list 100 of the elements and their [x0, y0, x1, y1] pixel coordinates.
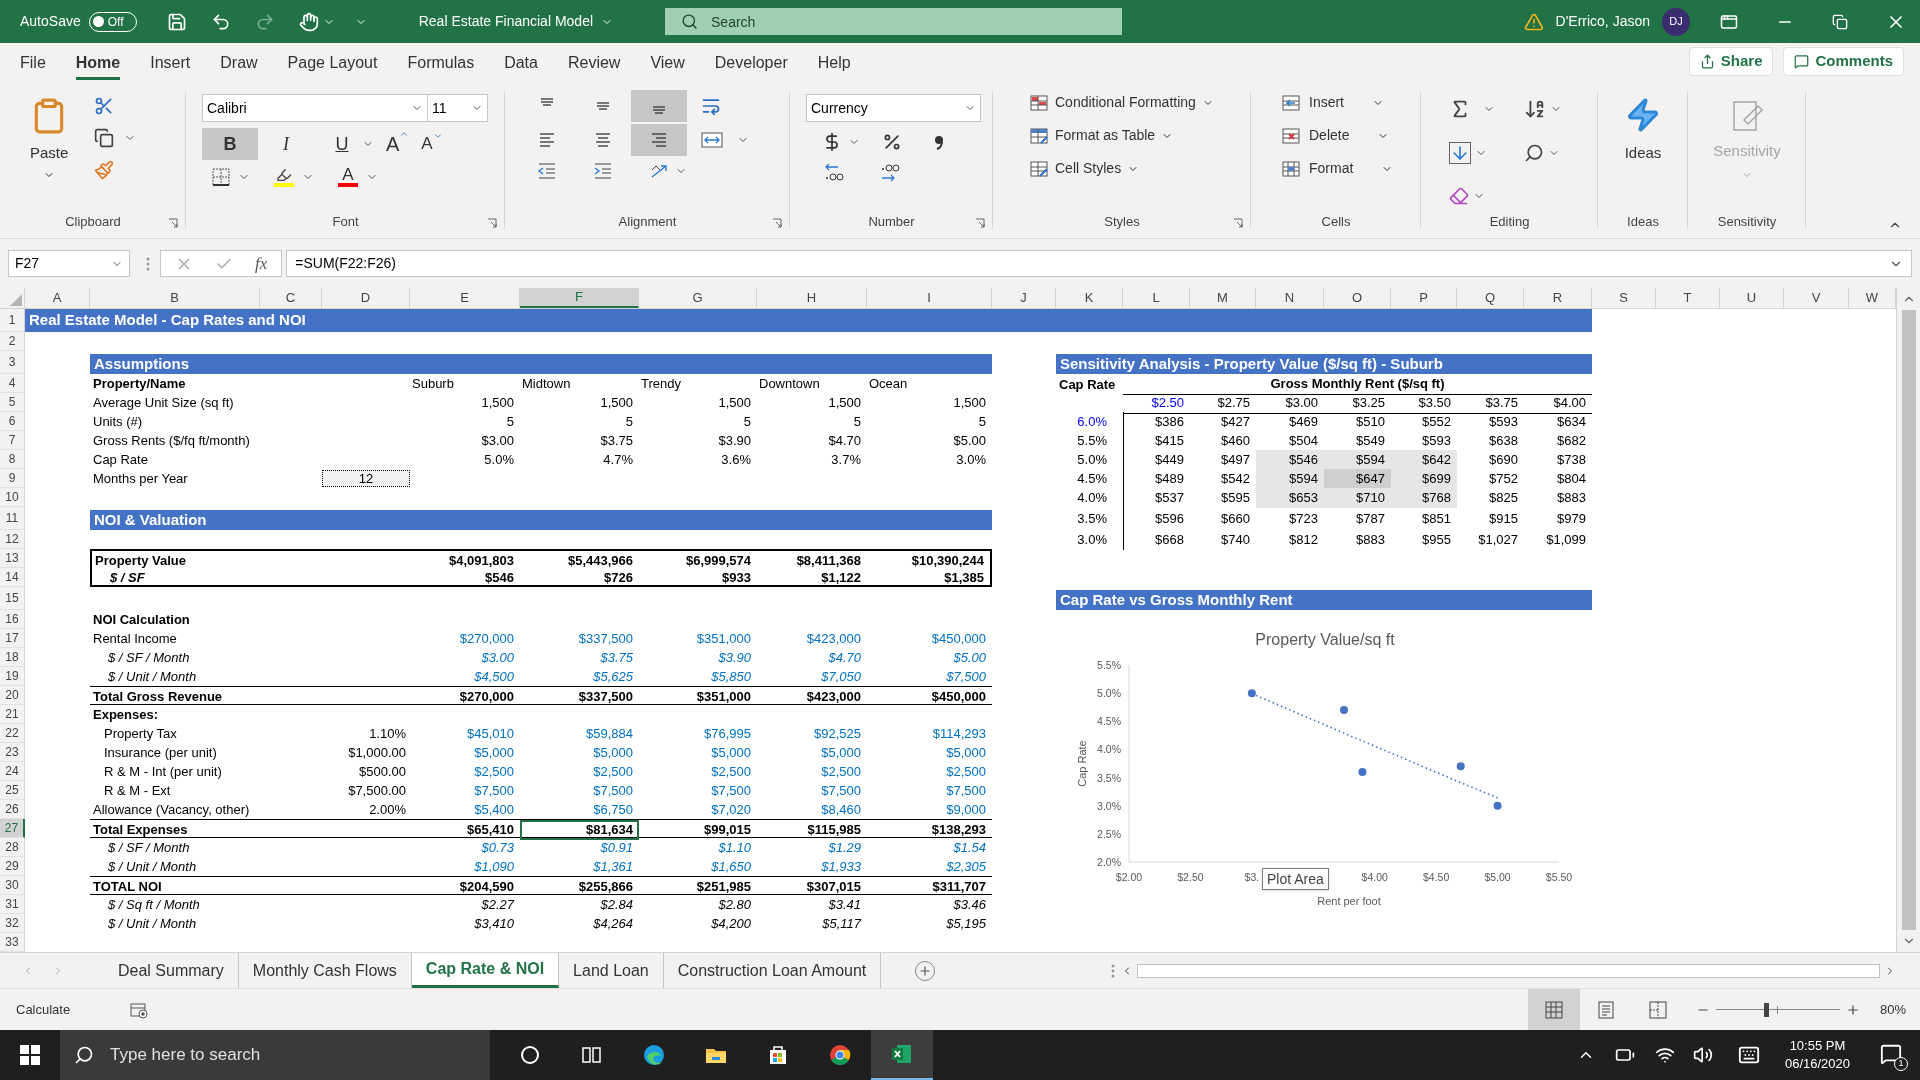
paintbrush-icon[interactable] [94, 160, 115, 180]
row-header[interactable]: 2 [0, 332, 25, 351]
merge-icon[interactable] [701, 130, 723, 150]
column-header[interactable]: S [1592, 288, 1656, 308]
row-header[interactable]: 7 [0, 431, 25, 450]
column-header[interactable]: O [1324, 288, 1391, 308]
ribbon-tab[interactable]: Formulas [407, 48, 475, 80]
windows-logo-icon[interactable] [20, 1045, 40, 1065]
column-header[interactable]: C [260, 288, 322, 308]
ideas-button[interactable]: Ideas [1598, 86, 1688, 210]
font-style-button[interactable]: I [258, 128, 314, 160]
column-header[interactable]: H [757, 288, 867, 308]
column-header[interactable]: I [867, 288, 992, 308]
column-header[interactable]: G [639, 288, 757, 308]
row-header[interactable]: 10 [0, 488, 25, 507]
column-header[interactable]: D [322, 288, 410, 308]
input-cell[interactable]: 12 [322, 470, 410, 488]
row-header[interactable]: 15 [0, 587, 25, 610]
styles-button[interactable]: Format as Table [1029, 125, 1214, 146]
column-header[interactable]: U [1720, 288, 1784, 308]
row-header[interactable]: 32 [0, 914, 25, 933]
cells-button[interactable]: Format [1281, 158, 1394, 179]
font-name-field[interactable]: Calibri [202, 94, 428, 122]
document-title[interactable]: Real Estate Financial Model [418, 11, 614, 32]
dialog-launcher-icon[interactable] [1233, 218, 1243, 228]
row-header[interactable]: 27 [0, 819, 25, 838]
row-header[interactable]: 12 [0, 530, 25, 549]
indent-decrease-icon[interactable] [537, 162, 557, 180]
column-header[interactable]: J [992, 288, 1056, 308]
share-button[interactable]: Share [1688, 47, 1774, 76]
row-header[interactable]: 29 [0, 857, 25, 876]
row-header[interactable]: 3 [0, 351, 25, 374]
zoom-in-icon[interactable] [1845, 1002, 1860, 1017]
column-header[interactable]: R [1524, 288, 1592, 308]
row-header[interactable]: 11 [0, 507, 25, 530]
indent-increase-icon[interactable] [593, 162, 613, 180]
ribbon-tab[interactable]: File [20, 48, 46, 80]
styles-button[interactable]: Cell Styles [1029, 158, 1214, 179]
align-button[interactable] [631, 90, 687, 122]
align-icon[interactable] [593, 130, 613, 150]
ribbon-tab[interactable]: View [650, 48, 685, 80]
column-header[interactable]: V [1784, 288, 1849, 308]
font-style-button[interactable]: B [202, 128, 258, 160]
styles-button[interactable]: Conditional Formatting [1029, 92, 1214, 113]
row-header[interactable]: 20 [0, 686, 25, 705]
dialog-launcher-icon[interactable] [772, 218, 782, 228]
row-header[interactable]: 21 [0, 705, 25, 724]
align-icon[interactable] [649, 130, 669, 150]
ribbon-display-icon[interactable] [1720, 12, 1738, 31]
dialog-launcher-icon[interactable] [168, 218, 178, 228]
column-header[interactable]: M [1190, 288, 1256, 308]
row-header[interactable]: 5 [0, 393, 25, 412]
row-header[interactable]: 22 [0, 724, 25, 743]
dialog-launcher-icon[interactable] [975, 218, 985, 228]
row-header[interactable]: 30 [0, 876, 25, 895]
comments-button[interactable]: Comments [1783, 47, 1904, 76]
font-size-field[interactable]: 11 [428, 94, 488, 122]
paste-button[interactable]: Paste [30, 94, 69, 210]
highlighter-icon[interactable] [275, 166, 293, 183]
ribbon-tab[interactable]: Data [504, 48, 538, 80]
name-box[interactable]: F27 [8, 250, 130, 277]
font-color-button[interactable]: A [338, 166, 358, 187]
cells-button[interactable]: Insert [1281, 92, 1394, 113]
dialog-launcher-icon[interactable] [487, 218, 497, 228]
column-header[interactable]: T [1656, 288, 1720, 308]
row-header[interactable]: 23 [0, 743, 25, 762]
row-header[interactable]: 6 [0, 412, 25, 431]
cells-button[interactable]: Delete [1281, 125, 1394, 146]
sheet-tab[interactable]: Cap Rate & NOI [411, 953, 560, 988]
row-header[interactable]: 13 [0, 549, 25, 568]
row-header[interactable]: 14 [0, 568, 25, 587]
shrink-font-button[interactable]: A [421, 131, 443, 157]
notifications-icon[interactable] [1880, 1043, 1902, 1065]
taskbar-search-field[interactable]: Type here to search [60, 1030, 490, 1080]
zoom-slider[interactable] [1715, 1002, 1840, 1017]
search-icon[interactable] [1523, 143, 1544, 163]
column-header[interactable]: N [1256, 288, 1324, 308]
ribbon-tab[interactable]: Review [567, 48, 621, 80]
grow-font-button[interactable]: A [386, 129, 410, 159]
volume-icon[interactable] [1692, 1045, 1713, 1065]
row-header[interactable]: 28 [0, 838, 25, 857]
row-header[interactable]: 8 [0, 450, 25, 469]
row-header[interactable]: 17 [0, 629, 25, 648]
row-header[interactable]: 19 [0, 667, 25, 686]
fill-down-icon[interactable] [1449, 142, 1471, 164]
column-header[interactable]: P [1391, 288, 1457, 308]
formula-field[interactable]: =SUM(F22:F26) [286, 250, 1912, 277]
insert-function-button[interactable]: fx [255, 250, 268, 277]
borders-icon[interactable] [212, 167, 230, 186]
restore-icon[interactable] [1832, 13, 1848, 30]
row-header[interactable]: 16 [0, 610, 25, 629]
ribbon-tab[interactable]: Insert [150, 48, 191, 80]
ribbon-tab[interactable]: Page Layout [287, 48, 378, 80]
row-header[interactable]: 18 [0, 648, 25, 667]
wifi-icon[interactable] [1654, 1045, 1675, 1065]
copy-icon[interactable] [94, 128, 115, 148]
wrap-text-icon[interactable] [701, 96, 721, 116]
align-icon[interactable] [537, 130, 557, 150]
view-button[interactable] [1527, 988, 1580, 1031]
search-field[interactable]: Search [665, 8, 1123, 35]
